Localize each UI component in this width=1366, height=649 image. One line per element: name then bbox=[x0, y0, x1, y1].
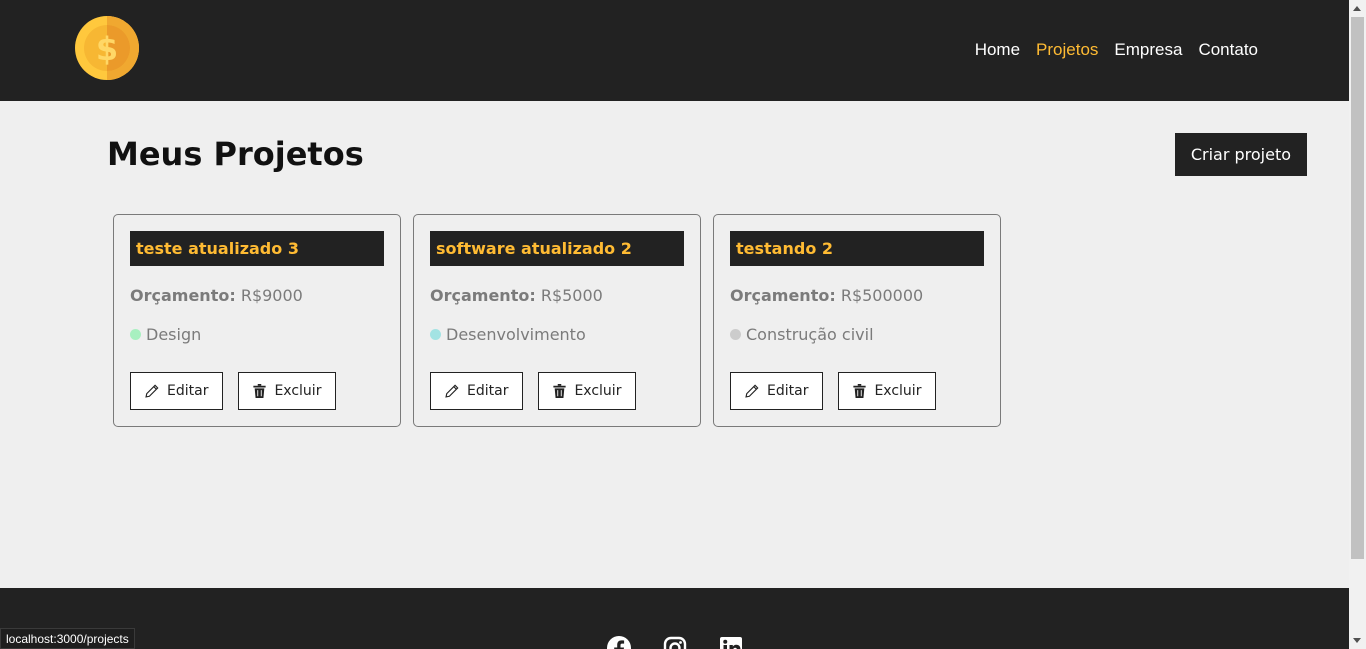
svg-text:$: $ bbox=[96, 30, 118, 68]
facebook-icon[interactable] bbox=[607, 636, 631, 649]
category-dot bbox=[730, 329, 741, 340]
trash-icon bbox=[853, 384, 867, 398]
card-actions: Editar Excluir bbox=[130, 372, 337, 410]
vertical-scrollbar[interactable] bbox=[1349, 0, 1366, 649]
trash-icon bbox=[553, 384, 567, 398]
nav-link-empresa[interactable]: Empresa bbox=[1114, 40, 1182, 59]
delete-label: Excluir bbox=[574, 383, 622, 399]
pencil-icon bbox=[145, 384, 159, 398]
page: $ Home Projetos Empresa Contato Meus Pro… bbox=[0, 0, 1349, 649]
nav-links: Home Projetos Empresa Contato bbox=[975, 40, 1258, 60]
edit-button[interactable]: Editar bbox=[730, 372, 824, 410]
budget-value: R$5000 bbox=[540, 286, 603, 305]
budget-label: Orçamento: bbox=[130, 286, 236, 305]
pencil-icon bbox=[745, 384, 759, 398]
project-title: software atualizado 2 bbox=[430, 231, 684, 266]
trash-icon bbox=[253, 384, 267, 398]
coin-logo-icon[interactable]: $ bbox=[75, 16, 139, 80]
edit-label: Editar bbox=[167, 383, 209, 399]
category-label: Desenvolvimento bbox=[446, 325, 586, 344]
budget-value: R$500000 bbox=[840, 286, 924, 305]
pencil-icon bbox=[445, 384, 459, 398]
edit-label: Editar bbox=[467, 383, 509, 399]
scroll-down-arrow-icon[interactable] bbox=[1353, 638, 1361, 643]
project-card: testando 2 Orçamento: R$500000 Construçã… bbox=[713, 214, 1001, 427]
main-content: Meus Projetos Criar projeto teste atuali… bbox=[0, 101, 1349, 588]
social-links bbox=[607, 636, 743, 649]
status-url-tooltip: localhost:3000/projects bbox=[0, 628, 135, 649]
project-title: testando 2 bbox=[730, 231, 984, 266]
nav-link-home[interactable]: Home bbox=[975, 40, 1020, 59]
budget-value: R$9000 bbox=[240, 286, 303, 305]
create-project-button[interactable]: Criar projeto bbox=[1174, 133, 1307, 176]
project-budget: Orçamento: R$5000 bbox=[430, 286, 684, 305]
title-row: Meus Projetos Criar projeto bbox=[107, 133, 1307, 177]
edit-button[interactable]: Editar bbox=[130, 372, 224, 410]
project-category: Desenvolvimento bbox=[430, 325, 684, 344]
page-title: Meus Projetos bbox=[107, 135, 364, 173]
delete-label: Excluir bbox=[274, 383, 322, 399]
nav-link-contato[interactable]: Contato bbox=[1198, 40, 1258, 59]
nav-link-projetos[interactable]: Projetos bbox=[1036, 40, 1098, 59]
project-budget: Orçamento: R$500000 bbox=[730, 286, 984, 305]
footer bbox=[0, 588, 1349, 649]
edit-label: Editar bbox=[767, 383, 809, 399]
project-budget: Orçamento: R$9000 bbox=[130, 286, 384, 305]
delete-label: Excluir bbox=[874, 383, 922, 399]
budget-label: Orçamento: bbox=[430, 286, 536, 305]
instagram-icon[interactable] bbox=[663, 636, 687, 649]
navbar: $ Home Projetos Empresa Contato bbox=[0, 0, 1349, 101]
category-dot bbox=[130, 329, 141, 340]
scroll-up-arrow-icon[interactable] bbox=[1353, 6, 1361, 11]
project-category: Design bbox=[130, 325, 384, 344]
project-category: Construção civil bbox=[730, 325, 984, 344]
category-dot bbox=[430, 329, 441, 340]
project-card: software atualizado 2 Orçamento: R$5000 … bbox=[413, 214, 701, 427]
category-label: Construção civil bbox=[746, 325, 874, 344]
delete-button[interactable]: Excluir bbox=[838, 372, 937, 410]
project-title: teste atualizado 3 bbox=[130, 231, 384, 266]
category-label: Design bbox=[146, 325, 202, 344]
card-actions: Editar Excluir bbox=[730, 372, 937, 410]
budget-label: Orçamento: bbox=[730, 286, 836, 305]
delete-button[interactable]: Excluir bbox=[538, 372, 637, 410]
scroll-thumb[interactable] bbox=[1351, 17, 1364, 559]
project-card: teste atualizado 3 Orçamento: R$9000 Des… bbox=[113, 214, 401, 427]
delete-button[interactable]: Excluir bbox=[238, 372, 337, 410]
card-actions: Editar Excluir bbox=[430, 372, 637, 410]
edit-button[interactable]: Editar bbox=[430, 372, 524, 410]
linkedin-icon[interactable] bbox=[719, 636, 743, 649]
project-cards: teste atualizado 3 Orçamento: R$9000 Des… bbox=[113, 214, 1001, 427]
